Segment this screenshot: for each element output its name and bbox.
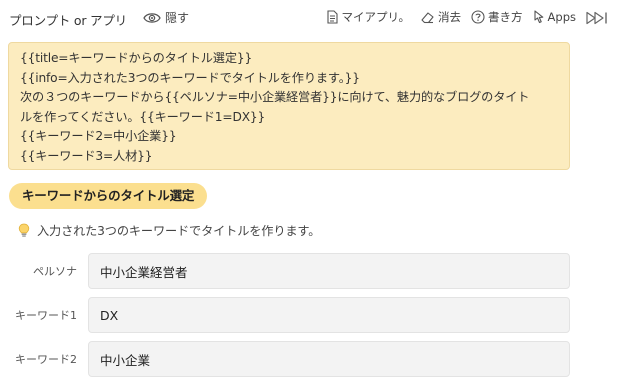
- apps-button[interactable]: Apps: [533, 10, 576, 24]
- field-label-persona: ペルソナ: [33, 265, 77, 278]
- field-keyword2: キーワード2: [0, 341, 620, 377]
- apps-label: Apps: [547, 10, 576, 24]
- my-apps-button[interactable]: マイアプリ。: [327, 9, 410, 25]
- app-info: 入力された3つのキーワードでタイトルを作ります。: [18, 221, 320, 239]
- fast-forward-icon: [586, 11, 607, 25]
- hide-button[interactable]: 隠す: [143, 9, 189, 26]
- field-persona: ペルソナ: [0, 253, 620, 289]
- app-info-text: 入力された3つのキーワードでタイトルを作ります。: [37, 224, 321, 238]
- prompt-line: {{title=キーワードからのタイトル選定}}: [20, 51, 253, 65]
- eraser-icon: [421, 11, 434, 23]
- prompt-line: {{キーワード3=人材}}: [20, 148, 153, 163]
- prompt-line: ルを作ってください。{{キーワード1=DX}}: [20, 109, 266, 124]
- clear-label: 消去: [438, 10, 462, 24]
- field-keyword1: キーワード1: [0, 297, 620, 333]
- toolbar-title: プロンプト or アプリ: [9, 13, 127, 28]
- lightbulb-icon: [18, 223, 30, 237]
- question-circle-icon: [471, 10, 485, 24]
- field-label-keyword2: キーワード2: [15, 353, 77, 366]
- prompt-line: {{info=入力された3つのキーワードでタイトルを作ります。}}: [20, 70, 360, 85]
- prompt-editor[interactable]: {{title=キーワードからのタイトル選定}} {{info=入力された3つの…: [8, 42, 570, 170]
- app-title-badge: キーワードからのタイトル選定: [9, 183, 208, 209]
- cursor-icon: [533, 10, 543, 24]
- document-icon: [327, 10, 339, 24]
- how-to-button[interactable]: 書き方: [471, 9, 523, 25]
- clear-button[interactable]: 消去: [420, 9, 461, 25]
- toolbar: プロンプト or アプリ 隠す マイアプリ。 消去 書き方 Apps: [0, 0, 620, 36]
- prompt-line: {{キーワード2=中小企業}}: [20, 129, 177, 144]
- my-apps-label: マイアプリ。: [341, 10, 411, 24]
- toolbar-actions: マイアプリ。 消去 書き方 Apps: [327, 9, 576, 25]
- keyword1-input[interactable]: [88, 297, 570, 333]
- panel-toggle-button[interactable]: [586, 10, 610, 29]
- field-label-keyword1: キーワード1: [15, 309, 77, 322]
- persona-input[interactable]: [88, 253, 570, 289]
- how-to-label: 書き方: [488, 10, 523, 24]
- eye-icon: [143, 12, 161, 23]
- hide-label: 隠す: [165, 11, 190, 25]
- keyword2-input[interactable]: [88, 341, 570, 377]
- prompt-line: 次の３つのキーワードから{{ペルソナ=中小企業経営者}}に向けて、魅力的なブログ…: [20, 90, 530, 105]
